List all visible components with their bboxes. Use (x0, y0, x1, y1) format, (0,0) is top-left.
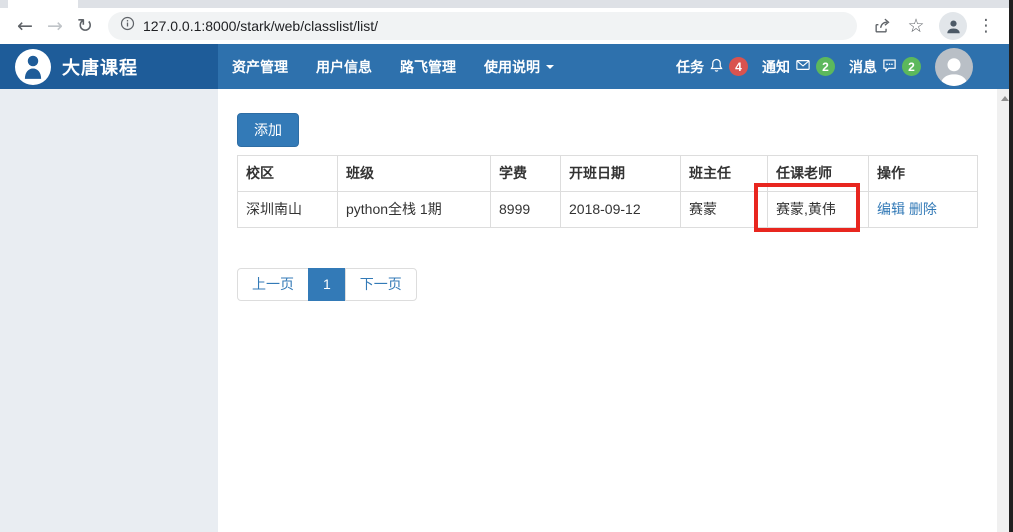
messages-menu[interactable]: 消息 2 (849, 57, 921, 77)
table-row: 深圳南山 python全栈 1期 8999 2018-09-12 赛蒙 赛蒙,黄… (237, 191, 978, 228)
tasks-count-badge: 4 (729, 57, 748, 76)
cell-teachers: 赛蒙,黄伟 (767, 191, 869, 228)
delete-link[interactable]: 删除 (909, 201, 937, 217)
envelope-icon (795, 58, 811, 75)
pagination-prev[interactable]: 上一页 (237, 268, 309, 301)
pagination-page-1[interactable]: 1 (308, 268, 346, 301)
cell-campus: 深圳南山 (237, 191, 338, 228)
cell-actions: 编辑 删除 (868, 191, 978, 228)
scroll-up-icon[interactable] (1001, 96, 1009, 101)
tasks-label: 任务 (676, 58, 704, 75)
nav-item-label: 资产管理 (232, 58, 288, 75)
bookmark-star-icon[interactable]: ☆ (901, 11, 931, 41)
header-teachers: 任课老师 (767, 155, 869, 192)
brand-title: 大唐课程 (62, 57, 138, 78)
back-icon[interactable]: ← (10, 11, 40, 41)
header-start-date: 开班日期 (560, 155, 681, 192)
header-class: 班级 (337, 155, 491, 192)
notifications-menu[interactable]: 通知 2 (762, 57, 835, 77)
browser-toolbar: ← → ↻ 127.0.0.1:8000/stark/web/classlist… (0, 8, 1013, 44)
pagination: 上一页 1 下一页 (237, 268, 417, 301)
app-logo-icon (15, 48, 51, 85)
toolbar-right: ☆ ⋮ (867, 11, 997, 41)
header-head-teacher: 班主任 (680, 155, 768, 192)
table-header-row: 校区 班级 学费 开班日期 班主任 任课老师 操作 (237, 155, 978, 192)
cell-head-teacher: 赛蒙 (680, 191, 768, 228)
bell-icon (709, 58, 724, 76)
comment-icon (882, 58, 897, 76)
active-tab[interactable] (8, 0, 78, 8)
sidebar (0, 89, 218, 532)
add-button[interactable]: 添加 (237, 113, 299, 147)
nav-item-luffy[interactable]: 路飞管理 (386, 44, 470, 89)
page-info-icon[interactable] (120, 16, 135, 36)
classlist-table: 校区 班级 学费 开班日期 班主任 任课老师 操作 深圳南山 python全栈 … (237, 155, 978, 228)
nav-item-label: 路飞管理 (400, 58, 456, 75)
navbar-status-area: 任务 4 通知 2 消息 2 (676, 44, 1013, 89)
messages-count-badge: 2 (902, 57, 921, 76)
nav-items: 资产管理 用户信息 路飞管理 使用说明 (218, 44, 568, 89)
screen-edge (1009, 0, 1013, 532)
edit-link[interactable]: 编辑 (877, 201, 905, 217)
pagination-next[interactable]: 下一页 (344, 268, 417, 301)
page-body: 添加 校区 班级 学费 开班日期 班主任 任课老师 操作 深圳南山 python… (0, 89, 1013, 532)
cell-class: python全栈 1期 (337, 191, 491, 228)
header-campus: 校区 (237, 155, 338, 192)
browser-profile-avatar[interactable] (939, 12, 967, 40)
reload-icon[interactable]: ↻ (70, 11, 100, 41)
url-text[interactable]: 127.0.0.1:8000/stark/web/classlist/list/ (143, 18, 378, 34)
nav-item-label: 使用说明 (484, 58, 540, 75)
cell-tuition: 8999 (490, 191, 561, 228)
tab-strip (0, 0, 1013, 8)
chevron-down-icon (546, 64, 554, 69)
nav-item-help-dropdown[interactable]: 使用说明 (470, 44, 568, 89)
messages-label: 消息 (849, 58, 877, 75)
cell-start-date: 2018-09-12 (560, 191, 681, 228)
forward-icon[interactable]: → (40, 11, 70, 41)
notifications-label: 通知 (762, 58, 790, 75)
notifications-count-badge: 2 (816, 57, 835, 76)
browser-menu-icon[interactable]: ⋮ (975, 11, 997, 41)
nav-item-users[interactable]: 用户信息 (302, 44, 386, 89)
user-avatar[interactable] (935, 47, 973, 86)
nav-item-label: 用户信息 (316, 58, 372, 75)
header-tuition: 学费 (490, 155, 561, 192)
main-content: 添加 校区 班级 学费 开班日期 班主任 任课老师 操作 深圳南山 python… (218, 89, 997, 532)
url-bar[interactable]: 127.0.0.1:8000/stark/web/classlist/list/ (108, 12, 857, 40)
header-actions: 操作 (868, 155, 978, 192)
nav-item-assets[interactable]: 资产管理 (218, 44, 302, 89)
browser-window: ← → ↻ 127.0.0.1:8000/stark/web/classlist… (0, 0, 1013, 532)
app-navbar: 大唐课程 资产管理 用户信息 路飞管理 使用说明 任务 4 通知 2 消息 2 (0, 44, 1013, 89)
tasks-menu[interactable]: 任务 4 (676, 57, 748, 77)
share-icon[interactable] (867, 11, 897, 41)
brand[interactable]: 大唐课程 (0, 44, 218, 89)
